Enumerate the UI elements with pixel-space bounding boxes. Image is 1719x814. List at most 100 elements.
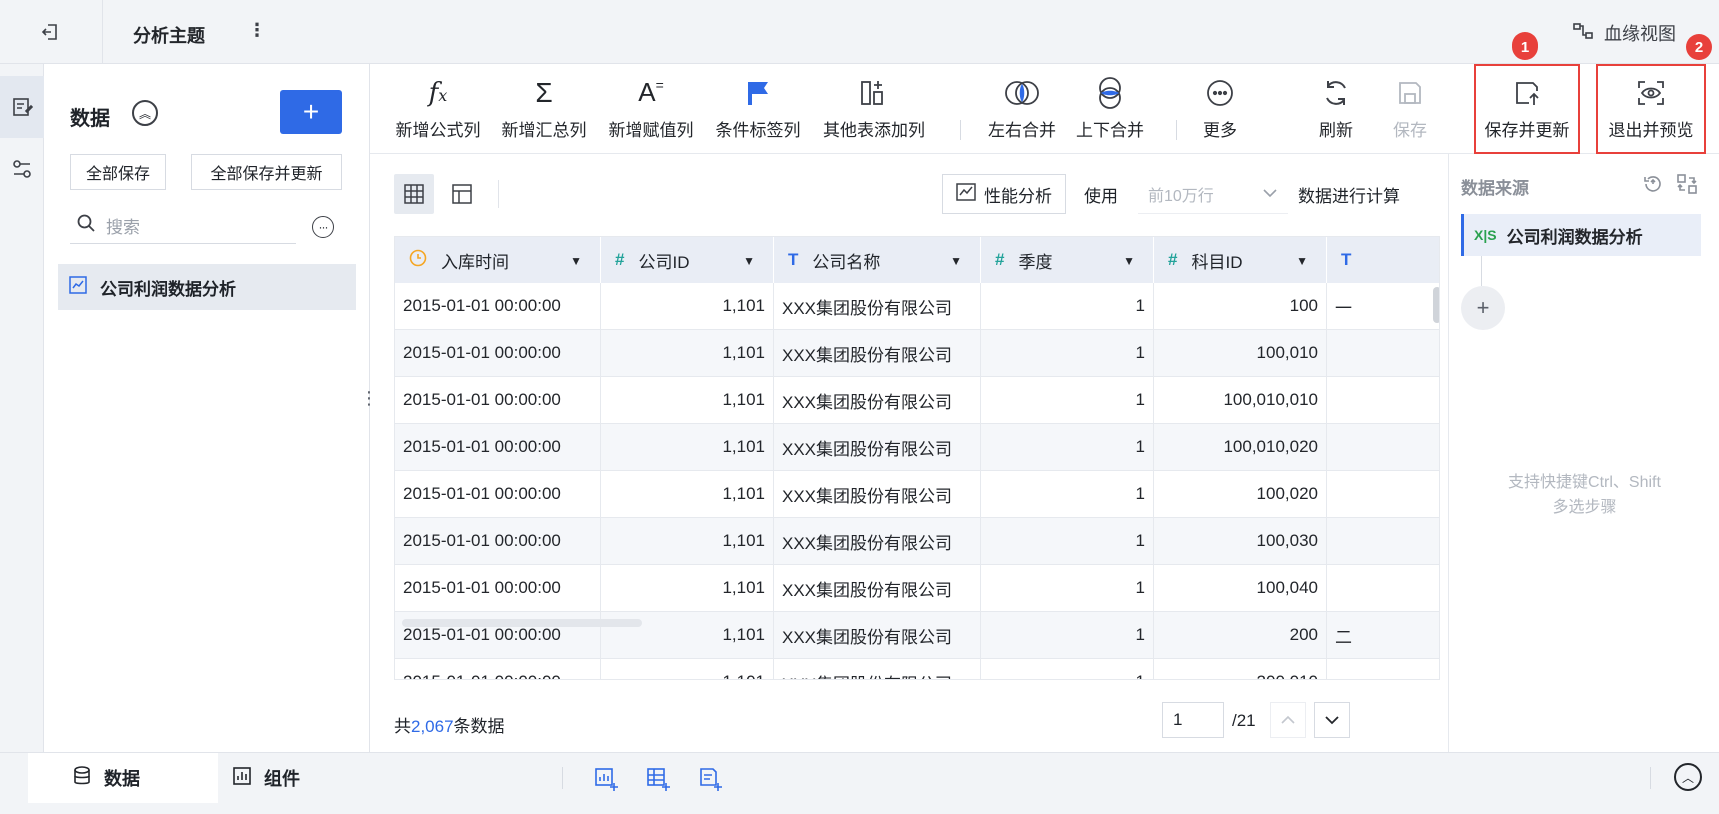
table-row[interactable]: 2015-01-01 00:00:00 1,101 XXX集团股份有限公司 1 100,…: [395, 330, 1439, 377]
left-right-merge-button[interactable]: 左右合并: [982, 64, 1062, 154]
add-text-component-icon[interactable]: [696, 765, 724, 793]
left-rail: [0, 64, 44, 752]
more-vertical-icon[interactable]: ⋮: [248, 20, 266, 41]
table-row[interactable]: 2015-01-01 00:00:00 1,101 XXX集团股份有限公司 1 100,…: [395, 471, 1439, 518]
perf-label: 性能分析: [984, 186, 1052, 206]
chevron-down-icon: [1262, 185, 1278, 203]
table-cell: 2015-01-01 00:00:00: [395, 330, 601, 376]
dropdown-triangle-icon[interactable]: ▼: [1123, 254, 1135, 268]
add-button[interactable]: +: [280, 90, 342, 134]
up-down-merge-button[interactable]: 上下合并: [1070, 64, 1150, 154]
toolbar-label: 上下合并: [1076, 120, 1144, 140]
list-item[interactable]: 公司利润数据分析: [58, 264, 356, 310]
chevron-up-circle-icon[interactable]: ︿: [1674, 763, 1702, 791]
vertical-scrollbar[interactable]: [1433, 287, 1439, 323]
save-and-update-button[interactable]: 保存并更新: [1474, 64, 1580, 154]
flag-icon: [745, 78, 771, 108]
exit-and-preview-button[interactable]: 退出并预览: [1596, 64, 1706, 154]
save-all-update-button[interactable]: 全部保存并更新: [191, 154, 342, 190]
table-cell: 1,101: [601, 330, 774, 376]
lineage-view-button[interactable]: 血缘视图: [1572, 20, 1676, 46]
grid-view-icon[interactable]: [394, 174, 434, 214]
table-cell: [1327, 518, 1439, 564]
switch-layout-icon[interactable]: [1675, 172, 1699, 196]
page-title: 分析主题: [133, 26, 205, 46]
dropdown-triangle-icon[interactable]: ▼: [950, 254, 962, 268]
total-suffix: 条数据: [453, 717, 505, 736]
dropdown-triangle-icon[interactable]: ▼: [743, 254, 755, 268]
table-row[interactable]: 2015-01-01 00:00:001,101XXX集团股份有限公司1200,…: [395, 659, 1439, 679]
table-cell: 二: [1327, 612, 1439, 658]
panel-title: 数据: [70, 108, 110, 130]
page-input[interactable]: 1: [1162, 702, 1224, 738]
add-summary-column-button[interactable]: Σ 新增汇总列: [496, 64, 592, 154]
table-row[interactable]: 2015-01-01 00:00:00 1,101 XXX集团股份有限公司 1 100,…: [395, 518, 1439, 565]
dropdown-triangle-icon[interactable]: ▼: [1296, 254, 1308, 268]
column-header[interactable]: # 科目ID ▼: [1154, 237, 1327, 283]
table-cell: [1327, 424, 1439, 470]
add-formula-column-button[interactable]: fx 新增公式列: [390, 64, 486, 154]
chevron-down-icon: [1324, 712, 1340, 729]
layout-view-icon[interactable]: [442, 174, 482, 214]
search-input[interactable]: 搜索: [70, 208, 296, 244]
dropdown-triangle-icon[interactable]: ▼: [570, 254, 582, 268]
table-row[interactable]: 2015-01-01 00:00:00 1,101 XXX集团股份有限公司 1 100,…: [395, 377, 1439, 424]
save-icon: [1396, 78, 1424, 108]
data-source-label: 公司利润数据分析: [1506, 227, 1643, 247]
toolbar-label: 新增赋值列: [608, 120, 694, 140]
table-row[interactable]: 2015-01-01 00:00:00 1,101 XXX集团股份有限公司 1 100,…: [395, 424, 1439, 471]
divider: [562, 767, 563, 789]
chevron-up-icon: [1280, 712, 1296, 729]
formula-icon: fx: [428, 77, 448, 108]
column-header[interactable]: # 季度 ▼: [981, 237, 1154, 283]
more-icon[interactable]: ···: [312, 216, 334, 238]
column-header[interactable]: T 公司名称 ▼: [774, 237, 981, 283]
tab-component[interactable]: 组件: [232, 753, 352, 803]
save-button[interactable]: 保存: [1380, 64, 1440, 154]
history-icon[interactable]: [1641, 172, 1665, 196]
data-source-item[interactable]: X|S 公司利润数据分析: [1461, 214, 1701, 256]
table-row[interactable]: 2015-01-01 00:00:00 1,101 XXX集团股份有限公司 1 100,…: [395, 565, 1439, 612]
refresh-button[interactable]: 刷新: [1306, 64, 1366, 154]
table-cell: XXX集团股份有限公司: [774, 330, 981, 376]
table-cell: 100,040: [1154, 565, 1327, 611]
tab-data[interactable]: 数据: [28, 753, 218, 803]
main-area: fx 新增公式列 Σ 新增汇总列 A= 新增赋值列 条件标签列 其他表添加列 左…: [370, 32, 1719, 752]
use-label: 使用: [1084, 187, 1118, 206]
table-cell: 100: [1154, 283, 1327, 329]
toolbar-label: 其他表添加列: [823, 120, 925, 140]
bottom-bar: 数据 组件 ︿: [0, 752, 1719, 814]
total-number: 2,067: [411, 717, 454, 736]
condition-tag-column-button[interactable]: 条件标签列: [710, 64, 806, 154]
table-cell: 1: [981, 659, 1154, 679]
panel-title: 数据来源: [1461, 179, 1529, 198]
toolbar-label: 退出并预览: [1608, 120, 1694, 140]
other-table-column-button[interactable]: 其他表添加列: [818, 64, 930, 154]
column-header[interactable]: # 公司ID ▼: [601, 237, 774, 283]
merge-horizontal-icon: [1004, 78, 1040, 108]
performance-analysis-button[interactable]: 性能分析: [942, 174, 1066, 214]
assign-icon: A=: [638, 77, 664, 107]
column-header[interactable]: T: [1327, 237, 1439, 283]
more-button[interactable]: 更多: [1190, 64, 1250, 154]
row-limit-select[interactable]: 前10万行: [1138, 174, 1288, 214]
rail-component-icon[interactable]: [0, 138, 44, 200]
add-assign-column-button[interactable]: A= 新增赋值列: [603, 64, 699, 154]
add-table-component-icon[interactable]: [644, 765, 672, 793]
add-step-button[interactable]: +: [1461, 286, 1505, 330]
table-cell: 1: [981, 283, 1154, 329]
step-badge: 1: [1512, 34, 1538, 60]
data-panel: 数据 ︽ + 全部保存 全部保存并更新 搜索 ··· 公司利润数据分析: [44, 64, 370, 752]
rail-data-icon[interactable]: [0, 76, 44, 138]
exit-icon[interactable]: [40, 22, 60, 42]
column-header[interactable]: 入库时间 ▼: [395, 237, 601, 283]
page-next-button[interactable]: [1314, 702, 1350, 738]
table-row[interactable]: 2015-01-01 00:00:00 1,101 XXX集团股份有限公司 1 100 一: [395, 283, 1439, 330]
tab-label: 数据: [104, 769, 140, 789]
add-chart-component-icon[interactable]: [592, 765, 620, 793]
table-cell: 一: [1327, 283, 1439, 329]
save-all-button[interactable]: 全部保存: [70, 154, 166, 190]
horizontal-scrollbar[interactable]: [402, 619, 642, 627]
page-prev-button[interactable]: [1270, 702, 1306, 738]
collapse-icon[interactable]: ︽: [132, 100, 158, 126]
